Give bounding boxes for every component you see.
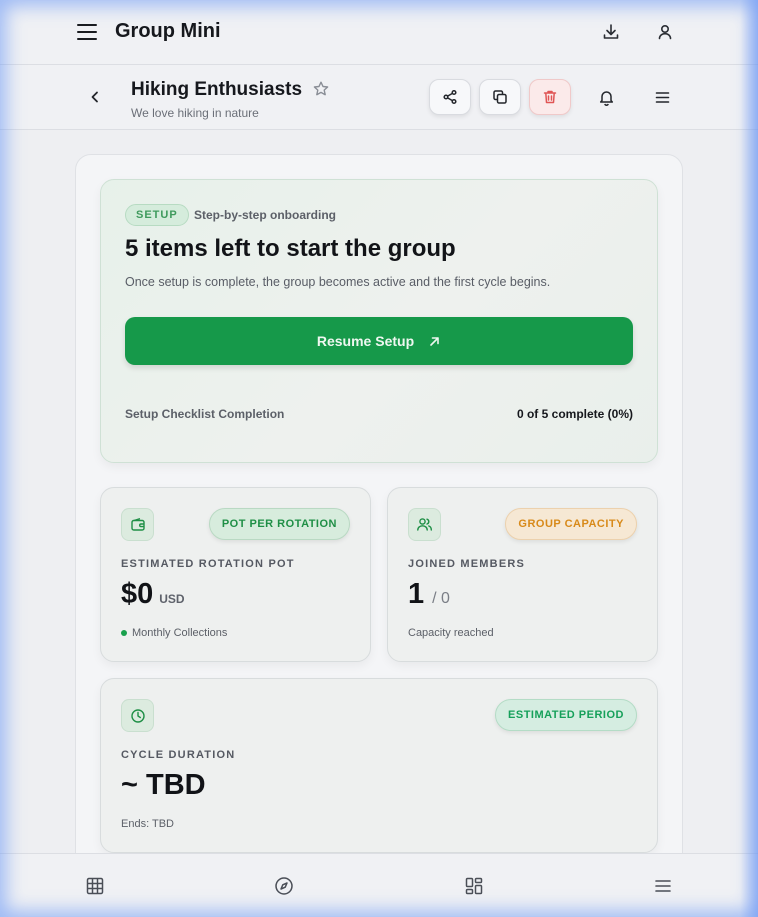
share-icon — [443, 89, 457, 105]
bell-icon[interactable] — [597, 88, 616, 107]
cycle-footer: Ends: TBD — [121, 818, 174, 830]
setup-subtitle: Step-by-step onboarding — [194, 208, 336, 222]
hamburger-menu-icon[interactable] — [76, 21, 98, 43]
cycle-label: CYCLE DURATION — [121, 749, 236, 761]
pot-label: ESTIMATED ROTATION POT — [121, 558, 295, 570]
group-name: Hiking Enthusiasts — [131, 79, 303, 100]
resume-setup-label: Resume Setup — [316, 333, 415, 349]
bottom-navigation — [0, 853, 758, 917]
cycle-end-date: Ends: TBD — [121, 818, 174, 830]
rotation-pot-card: POT PER ROTATION ESTIMATED ROTATION POT … — [100, 487, 371, 662]
members-capacity: / 0 — [432, 590, 450, 607]
capacity-footer: Capacity reached — [408, 627, 494, 639]
pot-amount: $0 — [121, 578, 154, 610]
screen-edge-glow-right — [740, 0, 758, 917]
group-header: Hiking Enthusiasts We love hiking in nat… — [0, 65, 758, 130]
members-value-row: 1 / 0 — [408, 578, 450, 611]
members-label: JOINED MEMBERS — [408, 558, 526, 570]
star-icon[interactable] — [312, 80, 330, 98]
setup-badge: SETUP — [125, 204, 189, 226]
checklist-progress: 0 of 5 complete (0%) — [516, 407, 633, 421]
cycle-duration-card: ESTIMATED PERIOD CYCLE DURATION ~ TBD En… — [100, 678, 658, 853]
app-title: Group Mini — [115, 20, 221, 42]
checklist-label: Setup Checklist Completion — [125, 407, 285, 421]
resume-setup-button[interactable]: Resume Setup — [125, 317, 633, 365]
back-chevron-icon[interactable] — [86, 88, 104, 106]
wallet-icon — [121, 508, 154, 541]
setup-card: SETUP Step-by-step onboarding 5 items le… — [100, 179, 658, 463]
list-menu-icon[interactable] — [653, 88, 672, 107]
trash-icon — [543, 90, 557, 104]
nav-dashboard-icon[interactable] — [464, 876, 484, 896]
nav-menu-icon[interactable] — [653, 876, 673, 896]
nav-compass-icon[interactable] — [274, 876, 294, 896]
cycle-duration: ~ TBD — [121, 769, 206, 801]
arrow-up-right-icon — [430, 336, 439, 346]
collection-frequency: Monthly Collections — [132, 627, 228, 639]
pot-currency: USD — [159, 592, 185, 606]
copy-icon — [493, 90, 507, 104]
pot-per-rotation-badge: POT PER ROTATION — [208, 508, 350, 540]
setup-description: Once setup is complete, the group become… — [125, 275, 551, 289]
status-dot — [121, 630, 127, 636]
members-joined: 1 — [408, 578, 425, 610]
setup-title: 5 items left to start the group — [125, 235, 456, 262]
nav-grid-icon[interactable] — [85, 876, 105, 896]
clock-icon — [121, 699, 154, 732]
capacity-status: Capacity reached — [408, 627, 494, 639]
group-capacity-badge: GROUP CAPACITY — [505, 508, 637, 540]
cycle-value-row: ~ TBD — [121, 769, 206, 802]
pot-value-row: $0 USD — [121, 578, 185, 611]
pot-footer: Monthly Collections — [121, 627, 227, 639]
delete-button[interactable] — [529, 79, 571, 115]
copy-button[interactable] — [479, 79, 521, 115]
group-capacity-card: GROUP CAPACITY JOINED MEMBERS 1 / 0 Capa… — [387, 487, 658, 662]
download-icon[interactable] — [601, 22, 621, 42]
app-bar: Group Mini — [0, 0, 758, 65]
group-description: We love hiking in nature — [131, 106, 259, 120]
user-icon[interactable] — [655, 22, 675, 42]
share-button[interactable] — [429, 79, 471, 115]
users-icon — [408, 508, 441, 541]
estimated-period-badge: ESTIMATED PERIOD — [495, 699, 637, 731]
